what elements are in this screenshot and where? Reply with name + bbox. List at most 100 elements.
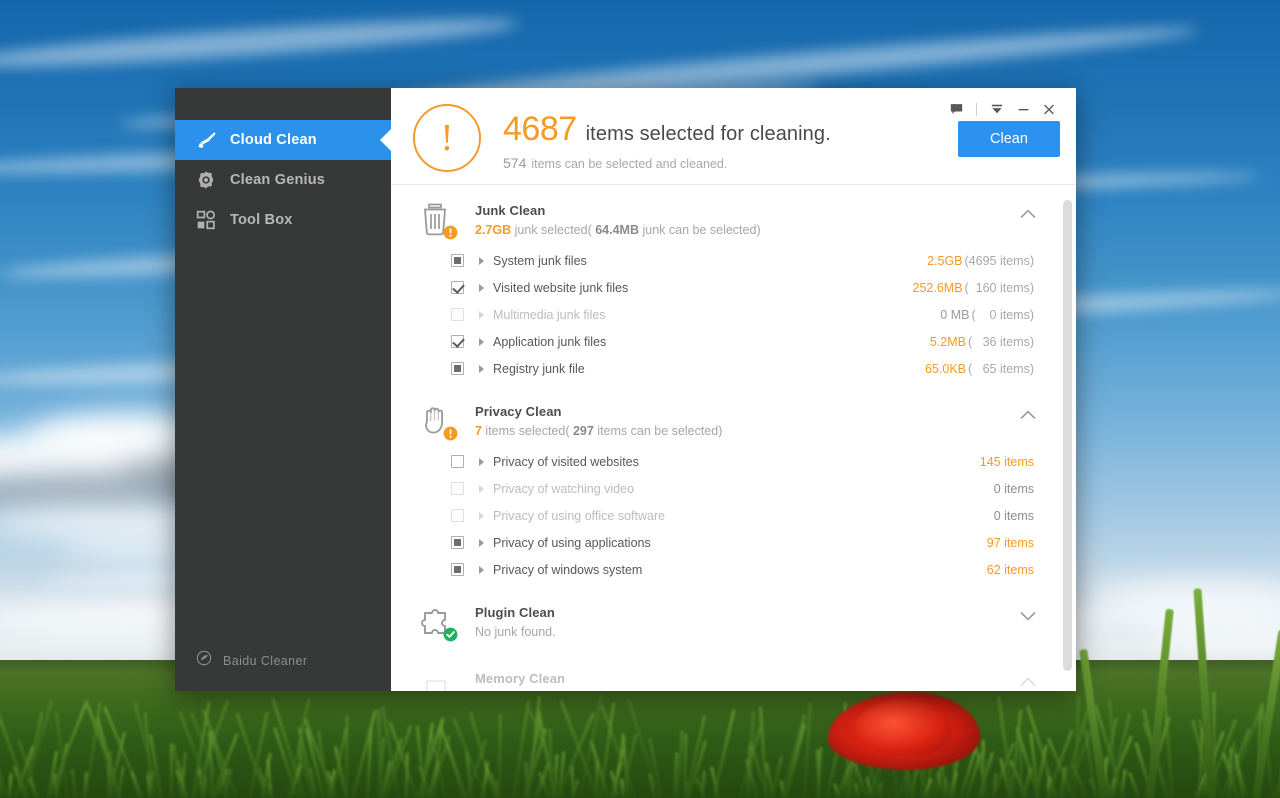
row-values: 97 items [987,536,1034,550]
row-values: 145 items [980,455,1034,469]
table-row[interactable]: Privacy of using applications 97 items [391,529,1076,556]
row-label: Registry junk file [493,362,925,376]
warning-exclamation-icon: ! [413,104,481,172]
brand-label: Baidu Cleaner [223,654,307,668]
active-indicator-arrow [380,129,391,151]
broom-icon [196,130,224,151]
row-label: Multimedia junk files [493,308,940,322]
row-item-count: 145 items [980,455,1034,469]
row-label: Privacy of watching video [493,482,994,496]
table-row[interactable]: Privacy of windows system 62 items [391,556,1076,583]
row-checkbox[interactable] [451,563,464,576]
sidebar-item-clean-genius[interactable]: Clean Genius [175,160,391,200]
table-row[interactable]: Visited website junk files 252.6MB( 160 i… [391,274,1076,301]
section-rows-junk-clean: System junk files 2.5GB (4695 items) Visite… [391,241,1076,386]
section-header-junk-clean[interactable]: Junk Clean 2.7GB junk selected( 64.4MB ju… [391,185,1076,241]
expand-triangle-icon[interactable] [479,365,484,373]
row-label: Privacy of windows system [493,563,987,577]
row-values: 62 items [987,563,1034,577]
memory-chip-icon [421,671,457,691]
row-checkbox[interactable] [451,254,464,267]
chevron-up-icon[interactable] [1020,207,1034,221]
row-checkbox[interactable] [451,536,464,549]
row-checkbox[interactable] [451,482,464,495]
expand-triangle-icon[interactable] [479,338,484,346]
chevron-down-icon[interactable] [1020,609,1034,623]
section-summary: 2.7GB junk selected( 64.4MB junk can be … [475,223,761,237]
row-count: ( 160 items) [965,281,1034,295]
section-title: Plugin Clean [475,605,556,620]
row-count: (4695 items) [965,254,1034,268]
row-count: ( 36 items) [968,335,1034,349]
row-checkbox[interactable] [451,455,464,468]
table-row[interactable]: Privacy of visited websites 145 items [391,448,1076,475]
close-icon[interactable] [1036,98,1062,120]
table-row[interactable]: System junk files 2.5GB (4695 items) [391,247,1076,274]
section-header-privacy-clean[interactable]: Privacy Clean 7 items selected( 297 items… [391,386,1076,442]
table-row[interactable]: Registry junk file 65.0KB( 65 items) [391,355,1076,382]
section-header-memory-clean[interactable]: Memory Clean [391,653,1076,691]
vertical-scrollbar[interactable] [1063,185,1072,691]
summary-tail: items can be selected) [594,424,723,438]
row-size: 252.6MB [913,281,963,295]
table-row[interactable]: Multimedia junk files 0 MB( 0 items) [391,301,1076,328]
expand-triangle-icon[interactable] [479,257,484,265]
row-values: 5.2MB( 36 items) [930,335,1034,349]
expand-triangle-icon[interactable] [479,458,484,466]
sidebar-item-tool-box[interactable]: Tool Box [175,200,391,240]
row-label: Visited website junk files [493,281,913,295]
summary-highlight-secondary: 297 [573,424,594,438]
row-checkbox[interactable] [451,362,464,375]
sidebar-item-label: Cloud Clean [230,132,317,148]
table-row[interactable]: Privacy of watching video 0 items [391,475,1076,502]
hand-palm-icon [421,404,457,442]
window-controls [943,98,1062,120]
section-memory-clean: Memory Clean [391,653,1076,691]
expand-triangle-icon[interactable] [479,311,484,319]
row-checkbox[interactable] [451,335,464,348]
row-checkbox[interactable] [451,281,464,294]
clean-button[interactable]: Clean [958,121,1060,157]
row-label: System junk files [493,254,927,268]
chevron-up-icon[interactable] [1020,675,1034,689]
row-values: 0 MB( 0 items) [940,308,1034,322]
expand-triangle-icon[interactable] [479,539,484,547]
section-summary: No junk found. [475,625,556,639]
trash-bin-icon [421,203,457,241]
sidebar-item-cloud-clean[interactable]: Cloud Clean [175,120,391,160]
row-values: 0 items [994,482,1034,496]
sidebar: Cloud Clean Clean Genius Tool Box Baidu … [175,88,391,691]
minimize-icon[interactable] [1010,98,1036,120]
row-checkbox[interactable] [451,509,464,522]
row-label: Application junk files [493,335,930,349]
scrollbar-thumb[interactable] [1063,200,1072,671]
section-header-plugin-clean[interactable]: Plugin Clean No junk found. [391,587,1076,643]
menu-icon[interactable] [984,98,1010,120]
feedback-icon[interactable] [943,98,969,120]
summary-header: ! 4687 items selected for cleaning. 574 … [391,88,1076,184]
row-item-count: 0 items [994,482,1034,496]
baidu-paw-icon [196,650,212,671]
summary-highlight-primary: 2.7GB [475,223,511,237]
expand-triangle-icon[interactable] [479,566,484,574]
expand-triangle-icon[interactable] [479,284,484,292]
section-rows-privacy-clean: Privacy of visited websites 145 items Priv… [391,442,1076,587]
row-item-count: 62 items [987,563,1034,577]
section-title: Junk Clean [475,203,761,218]
row-item-count: 0 items [994,509,1034,523]
expand-triangle-icon[interactable] [479,512,484,520]
table-row[interactable]: Privacy of using office software 0 items [391,502,1076,529]
row-size: 65.0KB [925,362,966,376]
row-checkbox[interactable] [451,308,464,321]
baidu-cleaner-window: Cloud Clean Clean Genius Tool Box Baidu … [175,88,1076,691]
chevron-up-icon[interactable] [1020,408,1034,422]
row-item-count: 97 items [987,536,1034,550]
expand-triangle-icon[interactable] [479,485,484,493]
table-row[interactable]: Application junk files 5.2MB( 36 items) [391,328,1076,355]
exclamation-glyph: ! [441,119,454,157]
section-meta: Plugin Clean No junk found. [475,603,556,639]
row-count: ( 65 items) [968,362,1034,376]
summary-highlight-secondary: 64.4MB [595,223,639,237]
row-values: 65.0KB( 65 items) [925,362,1034,376]
sidebar-titlebar-spacer [175,88,391,120]
